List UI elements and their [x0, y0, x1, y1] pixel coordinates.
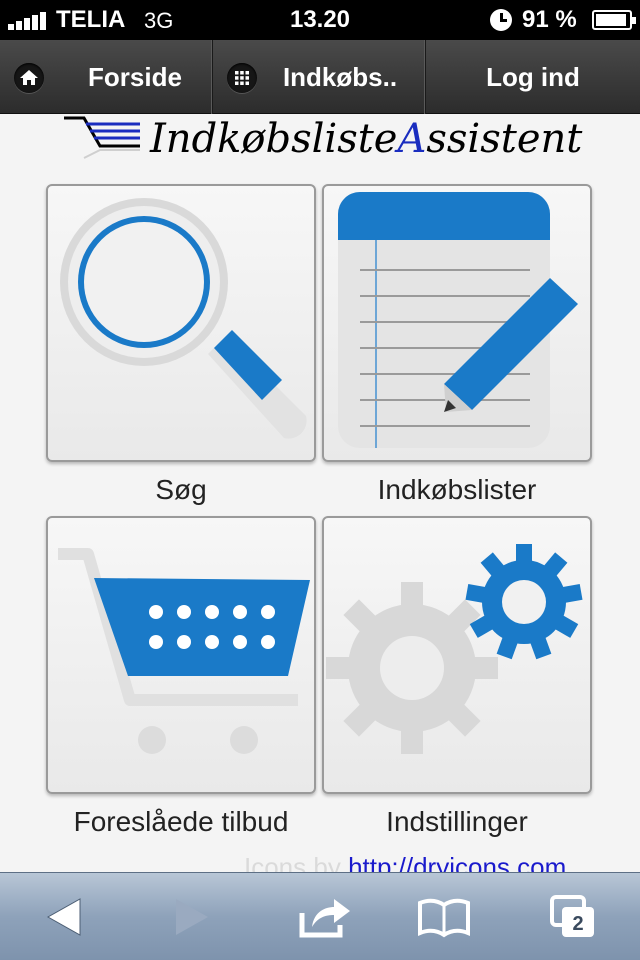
home-icon	[14, 63, 44, 93]
logo-text: IndkøbslisteAssistent	[150, 116, 583, 162]
lists-nav-label: Indkøbs..	[282, 61, 398, 92]
tabs-count: 2	[572, 913, 583, 935]
forward-arrow-icon	[176, 899, 208, 935]
home-nav-button[interactable]: Forside	[0, 40, 213, 114]
bookmarks-button[interactable]	[414, 889, 474, 945]
search-tile[interactable]	[46, 184, 316, 462]
notepad-pencil-icon	[338, 192, 578, 448]
app-logo: IndkøbslisteAssistent	[60, 114, 583, 174]
tabs-pages-icon: 2	[550, 895, 594, 937]
grid-icon	[227, 63, 257, 93]
status-bar: TELIA 3G 13.20 91 %	[0, 0, 640, 40]
magnifier-icon	[60, 198, 307, 439]
back-arrow-icon	[46, 898, 81, 936]
nav-bar: Forside Indkøbs.. Log ind	[0, 40, 640, 114]
forward-button[interactable]	[162, 889, 222, 945]
tabs-button[interactable]: 2	[546, 889, 606, 945]
settings-tile-label: Indstillinger	[386, 806, 528, 837]
battery-icon	[592, 10, 636, 30]
shopping-lists-tile-label: Indkøbslister	[377, 474, 537, 505]
search-tile-label: Søg	[155, 474, 207, 505]
suggested-offers-tile-label: Foreslåede tilbud	[73, 806, 289, 837]
cart-lines-icon	[64, 116, 140, 159]
suggested-offers-tile[interactable]	[46, 516, 316, 794]
login-label: Log ind	[486, 61, 580, 92]
lists-nav-button[interactable]: Indkøbs..	[213, 40, 426, 114]
back-button[interactable]	[34, 889, 94, 945]
home-nav-label: Forside	[88, 61, 182, 92]
share-icon	[299, 899, 350, 938]
browser-toolbar: 2	[0, 872, 640, 960]
gears-icon	[326, 544, 583, 754]
book-icon	[418, 898, 470, 938]
shopping-cart-icon	[58, 548, 310, 754]
settings-tile[interactable]	[322, 516, 592, 794]
login-button[interactable]: Log ind	[426, 40, 640, 114]
share-button[interactable]	[294, 889, 354, 945]
alarm-clock-icon	[490, 9, 512, 31]
battery-percent: 91 %	[522, 6, 577, 33]
shopping-lists-tile[interactable]	[322, 184, 592, 462]
